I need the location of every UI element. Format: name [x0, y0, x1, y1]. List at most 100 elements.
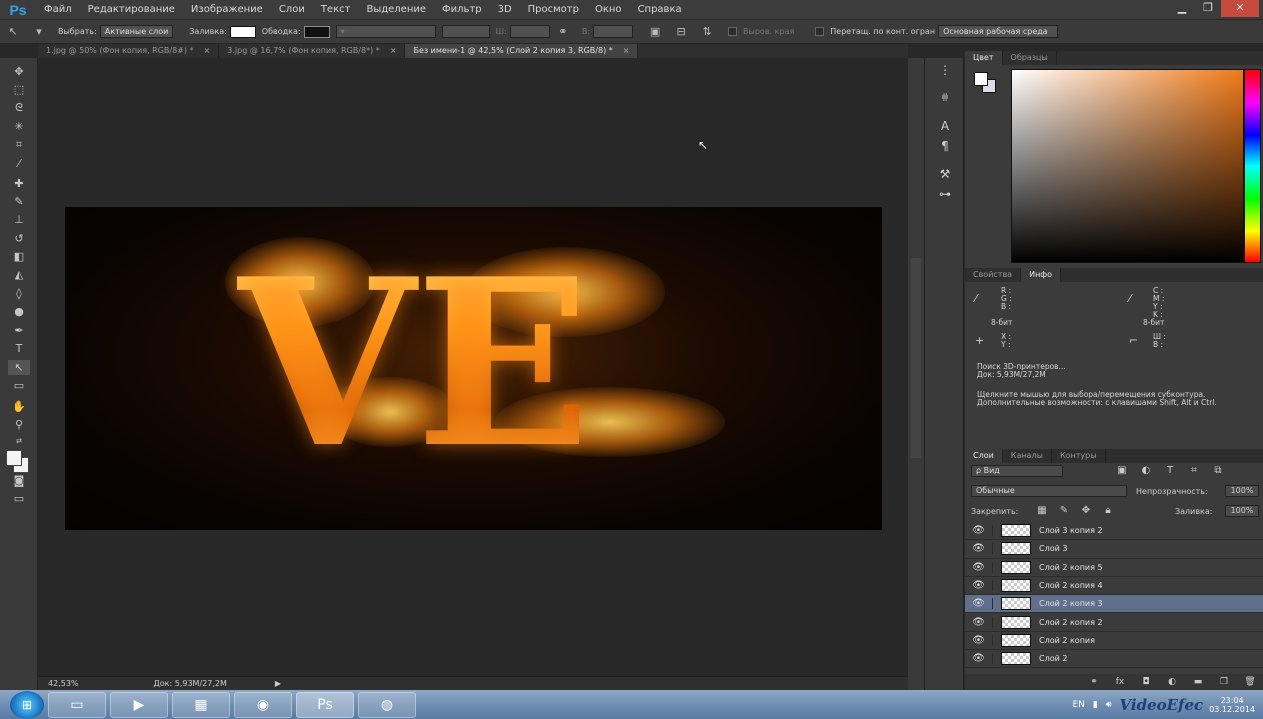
photoshop-taskbar-icon[interactable]: Ps [296, 691, 354, 718]
layer-row[interactable]: 👁︎ Слой 2 копия 5 [965, 559, 1263, 577]
link-icon[interactable]: ⚭ [555, 25, 571, 39]
status-menu-arrow[interactable]: ▶ [275, 679, 281, 688]
document-canvas[interactable]: VE [65, 207, 882, 530]
eye-icon[interactable]: 👁︎ [965, 598, 993, 610]
menu-image[interactable]: Изображение [183, 0, 271, 19]
obs-taskbar-icon[interactable]: ◍ [358, 691, 416, 718]
new-layer-icon[interactable]: ❐ [1211, 677, 1237, 687]
lock-all-icon[interactable]: 🔒︎ [1097, 505, 1119, 516]
close-icon[interactable]: × [390, 46, 397, 55]
photoshop-logo[interactable]: Ps [0, 0, 36, 19]
vertical-scrollbar[interactable] [908, 58, 924, 690]
eye-icon[interactable]: 👁︎ [965, 580, 993, 592]
foreground-color-swatch[interactable] [6, 450, 22, 466]
shape-filter-icon[interactable]: ⌗ [1182, 465, 1206, 476]
eye-icon[interactable]: 👁︎ [965, 561, 993, 573]
layer-style-icon[interactable]: fx [1107, 677, 1133, 687]
tool-presets-icon[interactable]: ⚒ [935, 166, 955, 182]
workspace-dropdown[interactable]: Основная рабочая среда [938, 25, 1059, 38]
new-adjustment-icon[interactable]: ◐ [1159, 677, 1185, 687]
layer-row[interactable]: 👁︎ Слой 2 [965, 650, 1263, 669]
start-button[interactable]: ⊞ [10, 690, 44, 719]
volume-icon[interactable]: 🔊︎ [1106, 700, 1112, 710]
menu-edit[interactable]: Редактирование [80, 0, 183, 19]
swap-colors-icon[interactable]: ⇄ [8, 434, 30, 449]
menu-layers[interactable]: Слои [271, 0, 313, 19]
crop-tool-icon[interactable]: ⌗ [8, 137, 30, 152]
restore-button[interactable]: ❐ [1195, 0, 1221, 17]
eyedropper-tool-icon[interactable]: ⁄ [8, 156, 30, 171]
menu-file[interactable]: Файл [36, 0, 80, 19]
scroll-thumb[interactable] [911, 258, 921, 458]
tab-paths[interactable]: Контуры [1052, 449, 1106, 463]
magic-wand-tool-icon[interactable]: ✳ [8, 119, 30, 134]
eye-icon[interactable]: 👁︎ [965, 634, 993, 646]
menu-3d[interactable]: 3D [490, 0, 520, 19]
media-player-taskbar-icon[interactable]: ▶ [110, 691, 168, 718]
foreground-color-swatch[interactable] [974, 72, 988, 86]
eye-icon[interactable]: 👁︎ [965, 653, 993, 665]
stroke-type-dropdown[interactable] [441, 25, 490, 38]
height-input[interactable] [593, 25, 634, 38]
path-arrangement-icon[interactable]: ⇅ [699, 25, 715, 39]
lock-transparency-icon[interactable]: ▦ [1031, 505, 1053, 516]
hue-slider[interactable] [1244, 69, 1261, 263]
smart-object-filter-icon[interactable]: ⧉ [1206, 465, 1230, 476]
pen-tool-icon[interactable]: ✒ [8, 323, 30, 338]
screen-mode-icon[interactable]: ▭ [8, 491, 30, 506]
fill-input[interactable]: 100% [1225, 505, 1259, 517]
blur-tool-icon[interactable]: ◊ [8, 286, 30, 301]
lasso-tool-icon[interactable]: ᘓ [8, 100, 30, 115]
select-dropdown[interactable]: Активные слои [99, 25, 174, 38]
layer-row[interactable]: 👁︎ Слой 3 [965, 540, 1263, 559]
width-input[interactable] [509, 25, 550, 38]
minimize-button[interactable]: ▁ [1169, 0, 1195, 17]
healing-brush-tool-icon[interactable]: ✚ [8, 176, 30, 191]
layer-row[interactable]: 👁︎ Слой 2 копия 4 [965, 577, 1263, 596]
quick-mask-icon[interactable]: ◙ [8, 473, 30, 488]
path-alignment-icon[interactable]: ⊟ [673, 25, 689, 39]
history-brush-tool-icon[interactable]: ↺ [8, 231, 30, 246]
canvas-area[interactable]: VE ↖ [38, 58, 908, 676]
calculator-taskbar-icon[interactable]: ▦ [172, 691, 230, 718]
adjustment-filter-icon[interactable]: ◐ [1134, 465, 1158, 476]
layer-comps-icon[interactable]: ⩷ [935, 88, 955, 104]
tab-document-2[interactable]: 3.jpg @ 16,7% (Фон копия, RGB/8*) * × [219, 44, 406, 58]
chevron-down-icon[interactable]: ▾ [31, 25, 47, 39]
lock-pixels-icon[interactable]: ✎ [1053, 505, 1075, 516]
delete-layer-icon[interactable]: 🗑︎ [1237, 677, 1263, 687]
eye-icon[interactable]: 👁︎ [965, 616, 993, 628]
eye-icon[interactable]: 👁︎ [965, 525, 993, 537]
stamp-tool-icon[interactable]: ⊥ [8, 212, 30, 227]
tab-document-1[interactable]: 1.jpg @ 50% (Фон копия, RGB/8#) * × [38, 44, 220, 58]
menu-help[interactable]: Справка [630, 0, 690, 19]
clock[interactable]: 23:04 03.12.2014 [1209, 696, 1255, 714]
layer-row[interactable]: 👁︎ Слой 2 копия [965, 632, 1263, 651]
layer-row[interactable]: 👁︎ Слой 3 копия 2 [965, 522, 1263, 541]
tab-swatches[interactable]: Образцы [1003, 51, 1057, 65]
menu-filter[interactable]: Фильтр [434, 0, 490, 19]
layer-filter-dropdown[interactable]: ρ Вид [971, 465, 1063, 477]
stroke-swatch[interactable] [303, 25, 330, 38]
tab-info[interactable]: Инфо [1021, 268, 1062, 282]
marquee-tool-icon[interactable]: ⬚ [8, 82, 30, 97]
blend-mode-dropdown[interactable]: Обычные [971, 485, 1127, 497]
menu-view[interactable]: Просмотр [520, 0, 587, 19]
tab-channels[interactable]: Каналы [1003, 449, 1052, 463]
close-button[interactable]: ✕ [1221, 0, 1259, 17]
chrome-taskbar-icon[interactable]: ◉ [234, 691, 292, 718]
zoom-level[interactable]: 42,53% [48, 679, 79, 688]
tab-color[interactable]: Цвет [965, 51, 1003, 65]
lock-position-icon[interactable]: ✥ [1075, 505, 1097, 516]
explorer-taskbar-icon[interactable]: ▭ [48, 691, 106, 718]
layer-row-selected[interactable]: 👁︎ Слой 2 копия 3 [965, 595, 1263, 614]
history-panel-icon[interactable]: ⋮ [935, 62, 955, 78]
tab-properties[interactable]: Свойства [965, 268, 1022, 282]
hand-tool-icon[interactable]: ✋ [8, 399, 30, 414]
fill-swatch[interactable] [229, 25, 256, 38]
path-selection-tool-icon[interactable]: ↖ [8, 360, 30, 375]
language-indicator[interactable]: EN [1072, 700, 1084, 710]
close-icon[interactable]: × [623, 46, 630, 55]
type-tool-icon[interactable]: T [8, 341, 30, 356]
dodge-tool-icon[interactable]: ● [8, 304, 30, 319]
